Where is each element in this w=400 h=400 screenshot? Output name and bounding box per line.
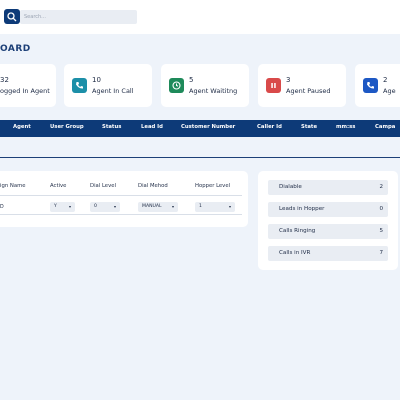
dial-level-select-value: 0 [94,204,97,209]
pause-icon [266,78,281,93]
chevron-down-icon: ▾ [68,204,71,209]
stat-value: 32 [0,76,9,84]
col-active: Active [50,183,67,189]
stat-value: 5 [189,76,194,84]
count-row-leads-in-hopper: Leads in Hopper 0 [268,202,388,217]
search-input[interactable] [20,10,137,24]
dial-method-select-value: MANUAL [142,204,162,209]
col-lead-id[interactable]: Lead Id [141,124,163,130]
search-icon [7,12,17,22]
stat-label: Age [383,87,396,95]
stat-card-logged-in[interactable]: 32 ogged In Agent [0,64,56,107]
page-title: OARD [0,44,31,54]
stat-value: 10 [92,76,101,84]
phone-in-call-icon [72,78,87,93]
active-select[interactable]: Y ▾ [50,202,75,212]
dial-level-select[interactable]: 0 ▾ [90,202,120,212]
chevron-down-icon: ▾ [113,204,116,209]
count-value: 0 [379,206,383,212]
stat-card-paused[interactable]: 3 Agent Paused [258,64,346,107]
col-campaign[interactable]: Campa [375,124,395,130]
count-row-dialable: Dialable 2 [268,180,388,195]
count-label: Calls in IVR [279,250,311,256]
count-value: 2 [379,184,383,190]
dial-method-select[interactable]: MANUAL ▾ [138,202,178,212]
stat-label: Agent Paused [286,87,331,95]
top-bar [0,0,400,34]
col-dial-level: Dial Level [90,183,116,189]
hopper-level-select-value: 1 [199,204,202,209]
counts-panel: Dialable 2 Leads in Hopper 0 Calls Ringi… [258,171,398,270]
col-campaign-name: ign Name [0,183,26,189]
count-label: Leads in Hopper [279,206,325,212]
stat-value: 2 [383,76,388,84]
chevron-down-icon: ▾ [171,204,174,209]
stat-value: 3 [286,76,291,84]
phone-icon [363,78,378,93]
col-mm-ss[interactable]: mm:ss [336,124,355,130]
count-label: Dialable [279,184,302,190]
campaign-name-cell: D [0,205,4,210]
col-hopper-level: Hopper Level [195,183,231,189]
campaign-panel: ign Name Active Dial Level Dial Mehod Ho… [0,171,248,227]
stat-card-waiting[interactable]: 5 Agent Waititng [161,64,249,107]
count-row-calls-ringing: Calls Ringing 5 [268,224,388,239]
stat-label: Agent Waititng [189,87,238,95]
active-select-value: Y [54,204,57,209]
chevron-down-icon: ▾ [228,204,231,209]
col-agent[interactable]: Agent [13,124,31,130]
hopper-level-select[interactable]: 1 ▾ [195,202,235,212]
clock-icon [169,78,184,93]
count-value: 7 [379,250,383,256]
col-state[interactable]: State [301,124,317,130]
count-label: Calls Ringing [279,228,316,234]
stat-card-agent-other[interactable]: 2 Age [355,64,400,107]
col-caller-id[interactable]: Caller Id [257,124,282,130]
count-row-calls-in-ivr: Calls in IVR 7 [268,246,388,261]
agents-table-header: Agent User Group Status Lead Id Customer… [0,120,400,137]
col-customer-number[interactable]: Customer Number [181,124,235,130]
divider [0,214,242,215]
divider [0,157,400,158]
col-user-group[interactable]: User Group [50,124,84,130]
divider [0,195,242,196]
stat-card-in-call[interactable]: 10 Agent In Call [64,64,152,107]
stat-label: Agent In Call [92,87,134,95]
count-value: 5 [379,228,383,234]
col-status[interactable]: Status [102,124,121,130]
col-dial-method: Dial Mehod [138,183,168,189]
search-button[interactable] [4,9,20,24]
stat-label: ogged In Agent [0,87,50,95]
